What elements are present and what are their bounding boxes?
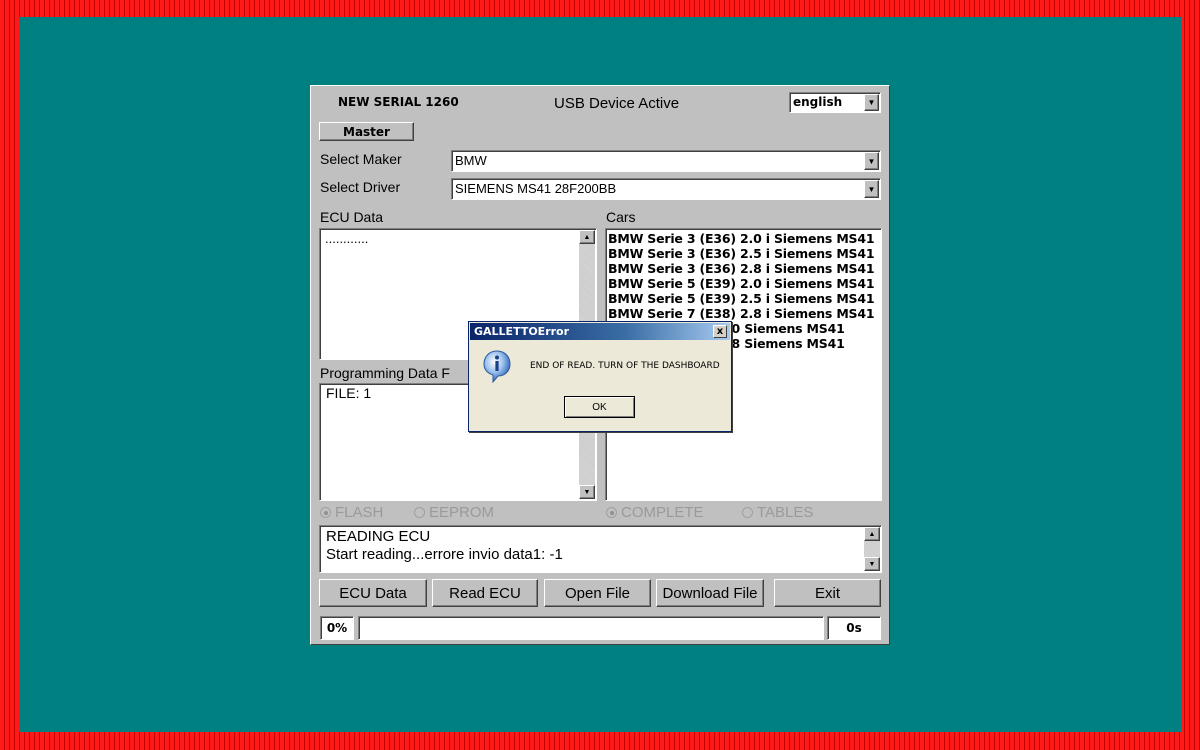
error-dialog: GALLETTOError x END OF READ. TURN OF THE… bbox=[468, 321, 732, 432]
dialog-title-bar[interactable]: GALLETTOError x bbox=[470, 323, 730, 340]
radio-unselected-icon bbox=[742, 507, 753, 518]
ecu-data-button[interactable]: ECU Data bbox=[319, 579, 427, 607]
usb-status-label: USB Device Active bbox=[554, 95, 680, 112]
elapsed-time: 0s bbox=[827, 616, 881, 640]
list-item[interactable]: BMW Serie 5 (E39) 2.5 i Siemens MS41 bbox=[608, 291, 881, 306]
dialog-message: END OF READ. TURN OF THE DASHBOARD bbox=[530, 361, 720, 371]
ok-button[interactable]: OK bbox=[564, 396, 635, 418]
radio-selected-icon bbox=[320, 507, 331, 518]
scroll-up-icon[interactable]: ▲ bbox=[579, 230, 595, 244]
download-file-button[interactable]: Download File bbox=[656, 579, 764, 607]
ecu-data-label: ECU Data bbox=[320, 209, 384, 225]
tables-radio[interactable]: TABLES bbox=[742, 504, 813, 521]
select-maker-label: Select Maker bbox=[320, 151, 402, 167]
programming-data-label: Programming Data F bbox=[320, 365, 450, 381]
driver-select[interactable]: SIEMENS MS41 28F200BB ▼ bbox=[451, 178, 881, 200]
list-item[interactable]: BMW Serie 3 (E36) 2.5 i Siemens MS41 bbox=[608, 246, 881, 261]
list-item[interactable]: BMW Serie 3 (E36) 2.8 i Siemens MS41 bbox=[608, 261, 881, 276]
dialog-title: GALLETTOError bbox=[474, 325, 570, 338]
radio-unselected-icon bbox=[414, 507, 425, 518]
scroll-down-icon[interactable]: ▼ bbox=[864, 557, 880, 571]
flash-radio[interactable]: FLASH bbox=[320, 504, 383, 521]
info-icon bbox=[483, 350, 511, 383]
close-icon[interactable]: x bbox=[713, 325, 727, 338]
eeprom-radio[interactable]: EEPROM bbox=[414, 504, 494, 521]
open-file-button[interactable]: Open File bbox=[544, 579, 651, 607]
log-line: Start reading...errore invio data1: -1 bbox=[326, 546, 563, 563]
cars-label: Cars bbox=[606, 209, 636, 225]
list-item[interactable]: BMW Serie 7 (E38) 2.8 i Siemens MS41 bbox=[608, 306, 881, 321]
scroll-down-icon[interactable]: ▼ bbox=[579, 485, 595, 499]
complete-radio[interactable]: COMPLETE bbox=[606, 504, 704, 521]
chevron-down-icon[interactable]: ▼ bbox=[864, 180, 879, 198]
log-line: READING ECU bbox=[326, 528, 431, 545]
progress-bar bbox=[358, 616, 824, 640]
read-ecu-button[interactable]: Read ECU bbox=[432, 579, 538, 607]
master-button[interactable]: Master bbox=[319, 122, 414, 141]
list-item[interactable]: BMW Serie 3 (E36) 2.0 i Siemens MS41 bbox=[608, 231, 881, 246]
log-scrollbar[interactable]: ▲ ▼ bbox=[864, 527, 880, 571]
radio-selected-icon bbox=[606, 507, 617, 518]
progress-percent: 0% bbox=[320, 616, 354, 640]
list-item[interactable]: BMW Serie 5 (E39) 2.0 i Siemens MS41 bbox=[608, 276, 881, 291]
chevron-down-icon[interactable]: ▼ bbox=[864, 152, 879, 170]
select-driver-label: Select Driver bbox=[320, 179, 401, 195]
serial-label: NEW SERIAL 1260 bbox=[338, 95, 459, 109]
maker-select[interactable]: BMW ▼ bbox=[451, 150, 881, 172]
language-select[interactable]: english ▼ bbox=[789, 92, 881, 113]
log-output[interactable]: READING ECU Start reading...errore invio… bbox=[319, 525, 882, 573]
exit-button[interactable]: Exit bbox=[774, 579, 881, 607]
chevron-down-icon[interactable]: ▼ bbox=[864, 94, 879, 111]
scroll-up-icon[interactable]: ▲ bbox=[864, 527, 880, 541]
